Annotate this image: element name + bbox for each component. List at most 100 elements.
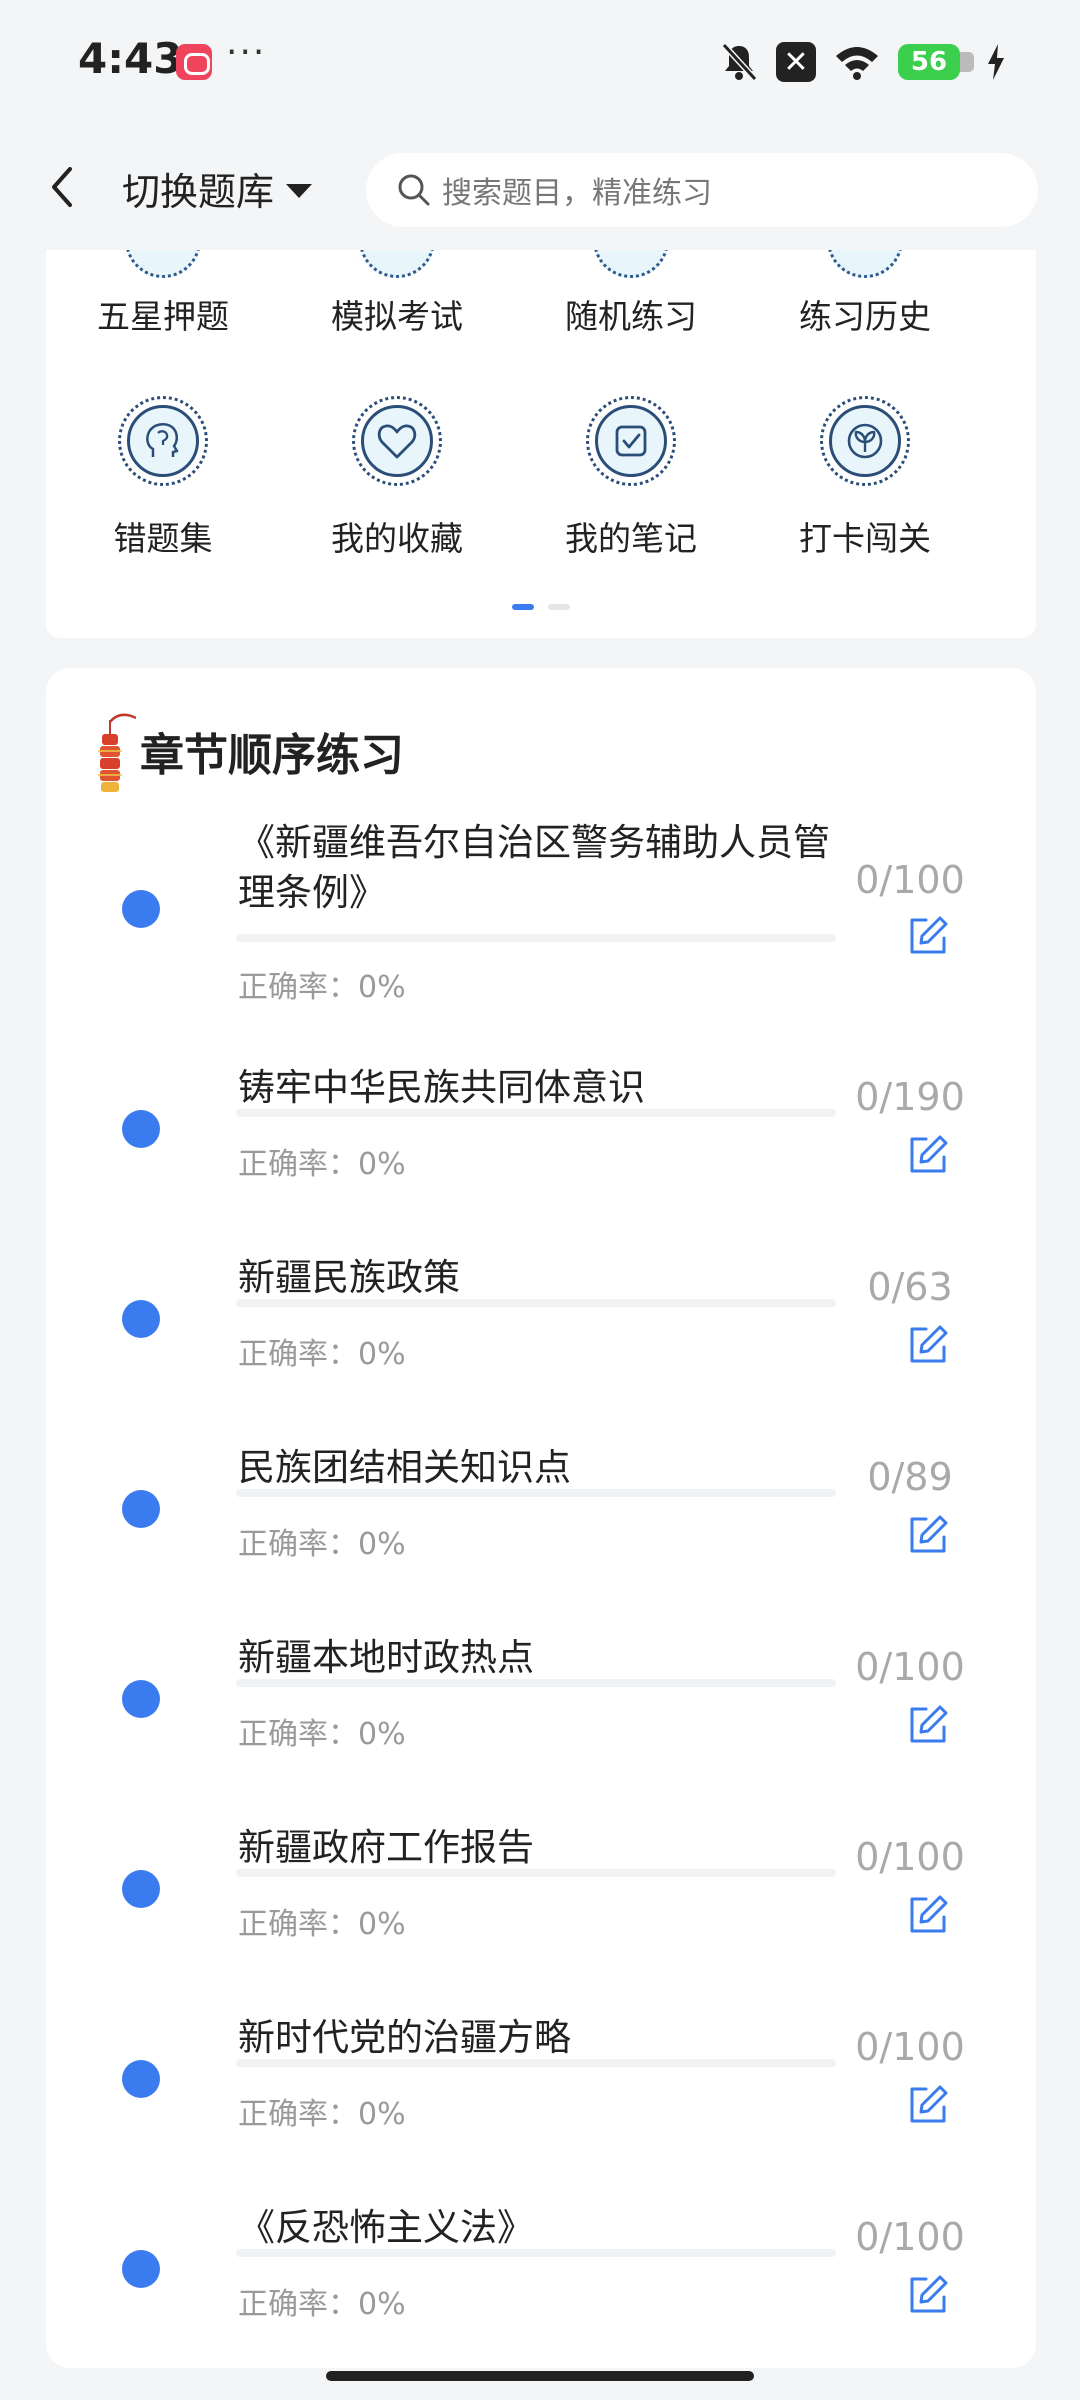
chapter-title: 新疆政府工作报告 bbox=[238, 1826, 534, 1869]
grid-item-checkin[interactable]: 打卡闯关 bbox=[778, 396, 952, 560]
home-indicator[interactable] bbox=[326, 2371, 754, 2381]
chapter-title: 民族团结相关知识点 bbox=[238, 1446, 571, 1489]
chapter-bullet bbox=[122, 1110, 160, 1148]
chapter-bullet bbox=[122, 2250, 160, 2288]
heart-icon bbox=[352, 396, 442, 486]
grid-label: 我的笔记 bbox=[565, 519, 697, 558]
chapter-count: 0/100 bbox=[855, 1645, 965, 1689]
chapter-progress-bar bbox=[236, 2249, 836, 2257]
search-placeholder: 搜索题目，精准练习 bbox=[442, 176, 712, 211]
page-dot-active[interactable] bbox=[512, 604, 534, 610]
chapter-progress-bar bbox=[236, 1679, 836, 1687]
edit-icon[interactable] bbox=[906, 1703, 950, 1747]
grid-label: 错题集 bbox=[113, 519, 213, 558]
chapter-accuracy: 正确率：0% bbox=[238, 1147, 406, 1182]
chapter-bullet bbox=[122, 1300, 160, 1338]
grid-label: 我的收藏 bbox=[331, 519, 463, 558]
edit-icon[interactable] bbox=[906, 1513, 950, 1557]
more-notifications-icon: ··· bbox=[226, 32, 267, 73]
edit-icon[interactable] bbox=[906, 1323, 950, 1367]
chapter-progress-bar bbox=[236, 1109, 836, 1117]
chapter-accuracy: 正确率：0% bbox=[238, 1907, 406, 1942]
chapter-accuracy: 正确率：0% bbox=[238, 1717, 406, 1752]
grid-label: 练习历史 bbox=[799, 297, 931, 336]
chapter-accuracy: 正确率：0% bbox=[238, 970, 406, 1005]
chapter-bullet bbox=[122, 1490, 160, 1528]
chapter-item[interactable]: 《反恐怖主义法》 正确率：0% 0/100 bbox=[46, 2203, 1036, 2368]
chapter-accuracy: 正确率：0% bbox=[238, 2287, 406, 2322]
chapter-item[interactable]: 新疆民族政策 正确率：0% 0/63 bbox=[46, 1253, 1036, 1443]
status-icons: ✕ 56 bbox=[720, 40, 1006, 84]
bell-muted-icon bbox=[721, 42, 758, 82]
chapter-progress-bar bbox=[236, 1489, 836, 1497]
chapter-count: 0/63 bbox=[867, 1265, 953, 1309]
caret-down-icon bbox=[286, 183, 313, 198]
close-box-icon: ✕ bbox=[776, 42, 816, 82]
chapter-title: 新疆本地时政热点 bbox=[238, 1636, 534, 1679]
section-header: 章节顺序练习 bbox=[90, 706, 404, 796]
chapter-accuracy: 正确率：0% bbox=[238, 2097, 406, 2132]
chapter-title: 《新疆维吾尔自治区警务辅助人员管理条例》 bbox=[238, 821, 830, 914]
chapter-item[interactable]: 新时代党的治疆方略 正确率：0% 0/100 bbox=[46, 2013, 1036, 2203]
sprout-icon bbox=[820, 396, 910, 486]
grid-item-notes[interactable]: 我的笔记 bbox=[544, 396, 718, 560]
grid-label: 模拟考试 bbox=[331, 297, 463, 336]
chapter-item[interactable]: 新疆政府工作报告 正确率：0% 0/100 bbox=[46, 1823, 1036, 2013]
chapter-count: 0/190 bbox=[855, 1075, 965, 1119]
chapter-item[interactable]: 《新疆维吾尔自治区警务辅助人员管理条例》 正确率：0% 0/100 bbox=[46, 818, 1036, 1005]
status-bar: 4:43 ··· ✕ 56 bbox=[0, 0, 1080, 125]
grid-item-mock-exam[interactable]: 模拟考试 bbox=[310, 202, 484, 340]
chapter-title: 新时代党的治疆方略 bbox=[238, 2016, 571, 2059]
section-title: 章节顺序练习 bbox=[140, 730, 404, 781]
chapter-bullet bbox=[122, 2060, 160, 2098]
grid-item-star-exam[interactable]: 五星押题 bbox=[76, 202, 250, 340]
top-bar: 切换题库 搜索题目，精准练习 bbox=[0, 125, 1080, 250]
page-dot[interactable] bbox=[548, 604, 570, 610]
chapter-progress-bar bbox=[236, 1299, 836, 1307]
page-indicator bbox=[46, 604, 1036, 610]
edit-icon[interactable] bbox=[906, 2083, 950, 2127]
search-input[interactable]: 搜索题目，精准练习 bbox=[366, 153, 1038, 227]
edit-icon[interactable] bbox=[906, 1893, 950, 1937]
chapter-title: 新疆民族政策 bbox=[238, 1256, 460, 1299]
chapter-item[interactable]: 民族团结相关知识点 正确率：0% 0/89 bbox=[46, 1443, 1036, 1633]
chapter-item[interactable]: 铸牢中华民族共同体意识 正确率：0% 0/190 bbox=[46, 1063, 1036, 1253]
switch-question-bank[interactable]: 切换题库 bbox=[122, 161, 313, 216]
chapter-bullet bbox=[122, 1680, 160, 1718]
chapter-bullet bbox=[122, 1870, 160, 1908]
app-notification-icon bbox=[176, 44, 212, 80]
charging-icon bbox=[988, 44, 1004, 80]
chapter-practice-card: 章节顺序练习 《新疆维吾尔自治区警务辅助人员管理条例》 正确率：0% 0/100… bbox=[46, 668, 1036, 2368]
grid-label: 随机练习 bbox=[565, 297, 697, 336]
grid-item-random-practice[interactable]: 随机练习 bbox=[544, 202, 718, 340]
chapter-count: 0/100 bbox=[855, 1835, 965, 1879]
chapter-progress-bar bbox=[236, 934, 836, 942]
chapter-bullet bbox=[122, 890, 160, 928]
search-icon bbox=[398, 174, 430, 206]
edit-icon[interactable] bbox=[906, 2273, 950, 2317]
chapter-count: 0/100 bbox=[855, 2025, 965, 2069]
battery-icon: 56 bbox=[898, 44, 974, 80]
chapter-title: 《反恐怖主义法》 bbox=[238, 2206, 534, 2249]
chapter-accuracy: 正确率：0% bbox=[238, 1337, 406, 1372]
grid-label: 打卡闯关 bbox=[799, 519, 931, 558]
grid-item-wrong-questions[interactable]: 错题集 bbox=[76, 396, 250, 560]
grid-item-favorites[interactable]: 我的收藏 bbox=[310, 396, 484, 560]
chapter-progress-bar bbox=[236, 2059, 836, 2067]
chapter-accuracy: 正确率：0% bbox=[238, 1527, 406, 1562]
grid-item-practice-history[interactable]: 练习历史 bbox=[778, 202, 952, 340]
chapter-progress-bar bbox=[236, 1869, 836, 1877]
note-check-icon bbox=[586, 396, 676, 486]
chapter-count: 0/100 bbox=[855, 2215, 965, 2259]
brain-head-icon bbox=[118, 396, 208, 486]
chapter-item[interactable]: 新疆本地时政热点 正确率：0% 0/100 bbox=[46, 1633, 1036, 1823]
chapter-count: 0/100 bbox=[855, 858, 965, 902]
switch-bank-label: 切换题库 bbox=[122, 170, 275, 214]
edit-icon[interactable] bbox=[906, 914, 950, 958]
back-button[interactable] bbox=[42, 157, 82, 217]
quick-actions-card: 五星押题 模拟考试 随机练习 练习历史 错题集 我的收藏 我的笔记 打卡闯关 bbox=[46, 202, 1036, 638]
edit-icon[interactable] bbox=[906, 1133, 950, 1177]
wifi-icon bbox=[836, 47, 878, 80]
chapter-count: 0/89 bbox=[867, 1455, 953, 1499]
grid-label: 五星押题 bbox=[97, 297, 229, 336]
